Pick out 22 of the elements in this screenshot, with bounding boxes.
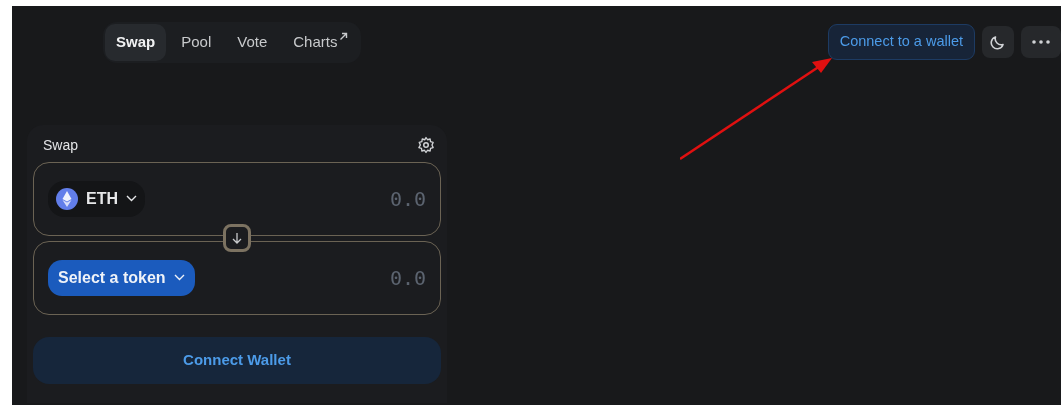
- connect-wallet-button[interactable]: Connect to a wallet: [827, 24, 975, 61]
- token-icon: [56, 187, 78, 210]
- select-token-button[interactable]: Select a token: [48, 259, 195, 296]
- token-selector[interactable]: ETH: [48, 180, 145, 217]
- swap-direction-button[interactable]: [223, 223, 251, 252]
- moon-icon: [990, 34, 1006, 51]
- arrow-down-icon: [231, 231, 243, 244]
- more-icon: [1032, 40, 1050, 45]
- external-link-icon: [339, 32, 349, 41]
- amount-field[interactable]: 0.0: [336, 262, 426, 293]
- settings-icon[interactable]: [417, 136, 435, 154]
- nav-tab[interactable]: Charts: [282, 24, 360, 61]
- chevron-down-icon: [126, 195, 137, 202]
- card-title: Swap: [42, 135, 80, 155]
- nav-tab[interactable]: Vote: [226, 24, 279, 61]
- more-button[interactable]: [1021, 26, 1061, 59]
- connect-wallet-button[interactable]: Connect Wallet: [33, 336, 441, 384]
- amount-field[interactable]: 0.0: [336, 183, 426, 214]
- chevron-down-icon: [173, 274, 185, 281]
- nav-tab[interactable]: Pool: [170, 24, 223, 61]
- theme-toggle-button[interactable]: [982, 26, 1014, 59]
- nav-tab[interactable]: Swap: [105, 24, 167, 61]
